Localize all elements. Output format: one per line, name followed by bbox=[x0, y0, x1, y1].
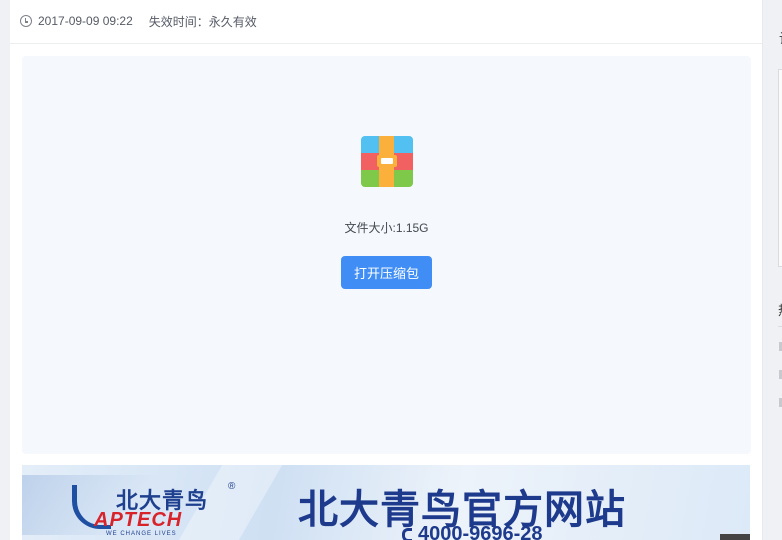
upload-date: 2017-09-09 09:22 bbox=[38, 14, 133, 28]
file-card: 文件大小:1.15G 打开压缩包 bbox=[22, 56, 751, 454]
file-meta: 2017-09-09 09:22 失效时间：永久有效 bbox=[20, 10, 257, 32]
phone-row: 4000-9696-28 bbox=[402, 523, 543, 540]
phone-number: 4000-9696-28 bbox=[418, 523, 543, 540]
right-sidebar: 让 热 bbox=[771, 0, 782, 540]
logo-english: APTECH bbox=[94, 509, 183, 531]
phone-icon bbox=[402, 527, 412, 540]
clock-icon bbox=[20, 15, 32, 27]
registered-mark: ® bbox=[228, 481, 236, 492]
aptech-logo: 北大青鸟 ® APTECH WE CHANGE LIVES bbox=[72, 481, 262, 540]
open-archive-button[interactable]: 打开压缩包 bbox=[341, 256, 432, 289]
archive-zip-icon bbox=[361, 136, 413, 187]
logo-tagline: WE CHANGE LIVES bbox=[106, 531, 177, 537]
banner-close-icon[interactable] bbox=[720, 534, 750, 540]
sidebar-divider bbox=[778, 326, 782, 327]
file-size: 文件大小:1.15G bbox=[344, 221, 429, 235]
download-panel: 2017-09-09 09:22 失效时间：永久有效 文件大小:1.15G 打开… bbox=[10, 0, 763, 540]
sidebar-widget bbox=[778, 69, 782, 267]
divider bbox=[10, 43, 762, 44]
expire-time: 失效时间：永久有效 bbox=[148, 14, 257, 29]
ad-banner[interactable]: 北大青鸟 ® APTECH WE CHANGE LIVES 北大青鸟官方网站 4… bbox=[22, 465, 750, 540]
sidebar-heading-fragment-2: 热 bbox=[778, 300, 782, 319]
